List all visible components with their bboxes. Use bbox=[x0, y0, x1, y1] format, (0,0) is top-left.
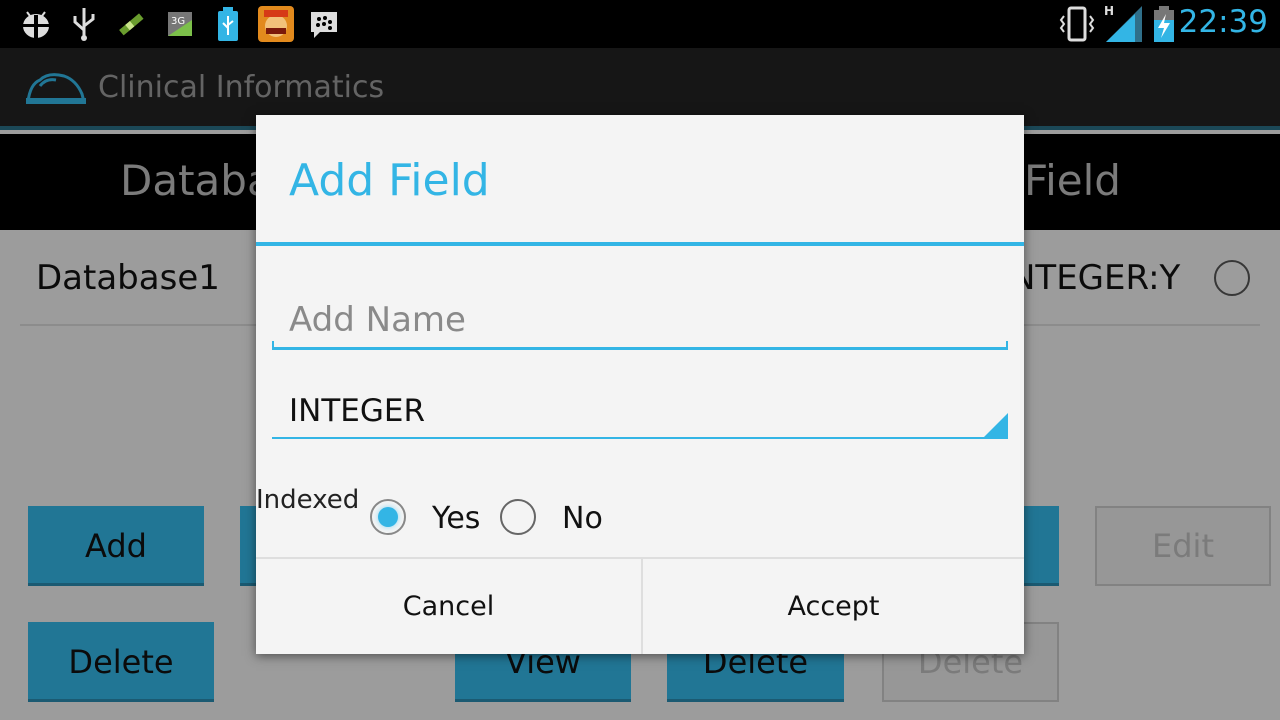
dialog-title-divider bbox=[256, 242, 1024, 246]
field-type-spinner[interactable]: INTEGER bbox=[272, 387, 1008, 439]
status-bar: 3G H 22:39 bbox=[0, 0, 1280, 48]
indexed-yes-radio[interactable] bbox=[370, 499, 406, 535]
clock: 22:39 bbox=[1178, 4, 1268, 40]
battery-charging-icon bbox=[1154, 6, 1174, 42]
field-name-tick-left bbox=[272, 341, 274, 350]
spinner-dropdown-icon bbox=[982, 413, 1008, 439]
android-debug-icon bbox=[23, 11, 49, 38]
3g-icon: 3G bbox=[168, 12, 192, 36]
field-name-input[interactable] bbox=[272, 290, 1008, 350]
indexed-label: Indexed bbox=[256, 485, 360, 515]
indexed-no-label[interactable]: No bbox=[562, 501, 603, 536]
clash-game-icon bbox=[258, 6, 294, 42]
field-name-tick-right bbox=[1006, 341, 1008, 350]
indexed-yes-label[interactable]: Yes bbox=[432, 501, 480, 536]
usb-icon bbox=[73, 8, 95, 41]
battery-usb-icon bbox=[218, 7, 238, 41]
signal-tool-icon bbox=[119, 13, 144, 36]
3g-label: 3G bbox=[171, 16, 185, 27]
vibrate-icon bbox=[1059, 6, 1095, 42]
dialog-title: Add Field bbox=[289, 155, 490, 206]
cancel-button[interactable]: Cancel bbox=[256, 559, 641, 654]
cell-signal-icon bbox=[1106, 6, 1142, 42]
spinner-underline bbox=[272, 437, 1008, 439]
field-type-selected: INTEGER bbox=[289, 393, 426, 429]
indexed-no-radio[interactable] bbox=[500, 499, 536, 535]
field-name-underline bbox=[272, 347, 1008, 350]
add-field-dialog: Add Field INTEGER Indexed Yes No Cancel … bbox=[256, 115, 1024, 654]
accept-button[interactable]: Accept bbox=[643, 559, 1024, 654]
bbm-icon bbox=[311, 12, 337, 38]
